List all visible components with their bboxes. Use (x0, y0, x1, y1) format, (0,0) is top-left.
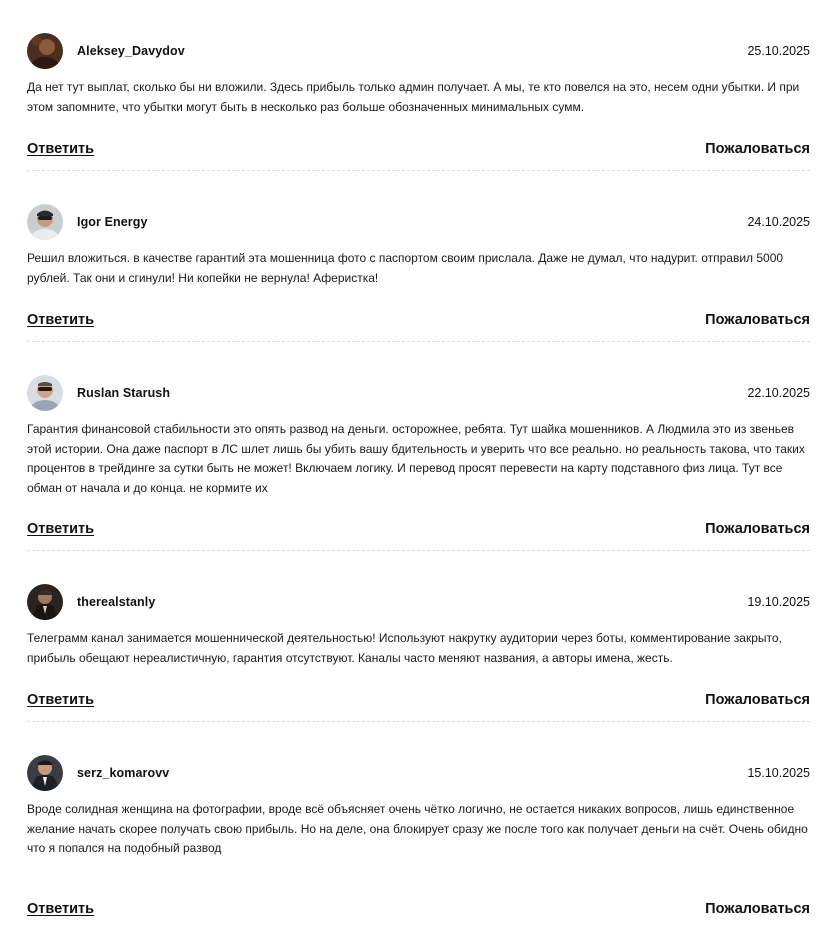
comment-header: therealstanly 19.10.2025 (27, 584, 810, 620)
report-link[interactable]: Пожаловаться (705, 521, 810, 537)
comment-actions: Ответить Пожаловаться (27, 899, 810, 919)
comment-text: Телеграмм канал занимается мошеннической… (27, 631, 782, 665)
avatar[interactable] (27, 755, 63, 791)
reply-link[interactable]: Ответить (27, 692, 94, 708)
comment-actions: Ответить Пожаловаться (27, 139, 810, 159)
comment-text: Решил вложиться. в качестве гарантий эта… (27, 251, 784, 285)
comment-item: Igor Energy 24.10.2025 Решил вложиться. … (27, 171, 810, 342)
comment-item: therealstanly 19.10.2025 Телеграмм канал… (27, 551, 810, 722)
username[interactable]: Aleksey_Davydov (77, 44, 185, 58)
reply-link[interactable]: Ответить (27, 521, 94, 537)
comment-actions: Ответить Пожаловаться (27, 690, 810, 710)
comment-date: 19.10.2025 (747, 595, 810, 609)
comment-text: Вроде солидная женщина на фотографии, вр… (27, 802, 808, 855)
comment-actions: Ответить Пожаловаться (27, 310, 810, 330)
report-link[interactable]: Пожаловаться (705, 692, 810, 708)
comment-item: Ruslan Starush 22.10.2025 Гарантия финан… (27, 342, 810, 551)
comment-actions: Ответить Пожаловаться (27, 519, 810, 539)
comments-list: Aleksey_Davydov 25.10.2025 Да нет тут вы… (27, 0, 810, 931)
comment-text: Гарантия финансовой стабильности это опя… (27, 422, 805, 495)
username[interactable]: serz_komarovv (77, 766, 169, 780)
avatar[interactable] (27, 33, 63, 69)
reply-link[interactable]: Ответить (27, 141, 94, 157)
reply-link[interactable]: Ответить (27, 901, 94, 917)
comment-date: 15.10.2025 (747, 766, 810, 780)
report-link[interactable]: Пожаловаться (705, 312, 810, 328)
avatar[interactable] (27, 375, 63, 411)
comment-header: serz_komarovv 15.10.2025 (27, 755, 810, 791)
report-link[interactable]: Пожаловаться (705, 141, 810, 157)
reply-link[interactable]: Ответить (27, 312, 94, 328)
comment-item: serz_komarovv 15.10.2025 Вроде солидная … (27, 722, 810, 931)
comment-header: Aleksey_Davydov 25.10.2025 (27, 33, 810, 69)
avatar[interactable] (27, 204, 63, 240)
username[interactable]: Ruslan Starush (77, 386, 170, 400)
username[interactable]: Igor Energy (77, 215, 148, 229)
comment-date: 22.10.2025 (747, 386, 810, 400)
comment-date: 25.10.2025 (747, 44, 810, 58)
comment-header: Igor Energy 24.10.2025 (27, 204, 810, 240)
report-link[interactable]: Пожаловаться (705, 901, 810, 917)
username[interactable]: therealstanly (77, 595, 155, 609)
comment-date: 24.10.2025 (747, 215, 810, 229)
comment-item: Aleksey_Davydov 25.10.2025 Да нет тут вы… (27, 0, 810, 171)
comment-text: Да нет тут выплат, сколько бы ни вложили… (27, 80, 800, 114)
comment-header: Ruslan Starush 22.10.2025 (27, 375, 810, 411)
avatar[interactable] (27, 584, 63, 620)
